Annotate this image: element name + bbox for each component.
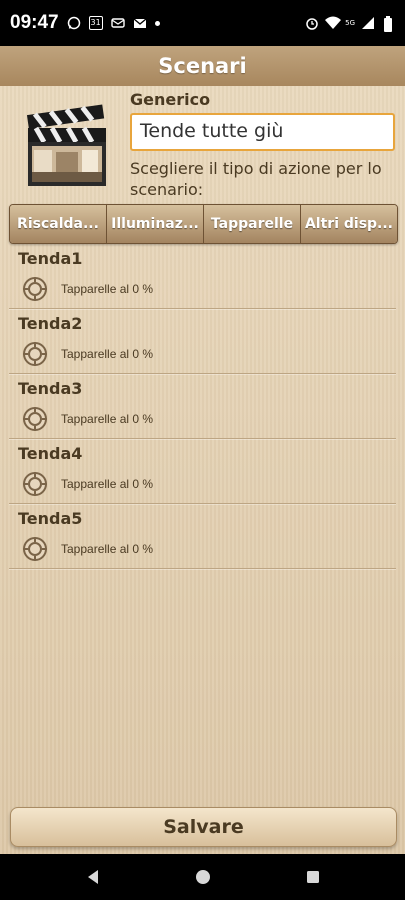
whatsapp-icon [67, 16, 81, 30]
list-item[interactable]: Tenda1 Tapparelle al 0 % [9, 244, 396, 309]
device-name: Tenda5 [18, 509, 83, 528]
message-icon [110, 16, 125, 30]
device-name: Tenda3 [18, 379, 83, 398]
shutter-control-icon[interactable] [22, 406, 48, 432]
device-status: Tapparelle al 0 % [61, 347, 154, 361]
system-icons: 5G [305, 16, 395, 32]
device-list: Tenda1 Tapparelle al 0 % Tenda2 Tapparel… [9, 244, 396, 569]
back-icon[interactable] [83, 867, 103, 887]
notification-icons: 31 [67, 16, 160, 30]
list-item[interactable]: Tenda2 Tapparelle al 0 % [9, 309, 396, 374]
navigation-bar [0, 854, 405, 900]
device-name: Tenda2 [18, 314, 83, 333]
recents-icon[interactable] [303, 867, 323, 887]
status-bar: 09:47 31 5G [0, 0, 405, 46]
device-status: Tapparelle al 0 % [61, 412, 154, 426]
page-title: Scenari [158, 54, 247, 78]
action-type-tabs: Riscalda... Illuminaz... Tapparelle Altr… [9, 204, 398, 244]
list-item[interactable]: Tenda5 Tapparelle al 0 % [9, 504, 396, 569]
tab-tapparelle[interactable]: Tapparelle [204, 205, 301, 243]
tab-altri-dispositivi[interactable]: Altri disp... [301, 205, 397, 243]
shutter-control-icon[interactable] [22, 276, 48, 302]
shutter-control-icon[interactable] [22, 536, 48, 562]
tab-riscaldamento[interactable]: Riscalda... [10, 205, 107, 243]
shutter-control-icon[interactable] [22, 341, 48, 367]
scenario-name-value: Tende tutte giù [140, 120, 284, 142]
mail-icon [133, 16, 147, 30]
instruction-text: Scegliere il tipo di azione per lo scena… [130, 159, 382, 199]
list-item[interactable]: Tenda3 Tapparelle al 0 % [9, 374, 396, 439]
shutter-control-icon[interactable] [22, 471, 48, 497]
alarm-icon [305, 16, 319, 30]
wifi-icon [325, 16, 342, 30]
save-button[interactable]: Salvare [10, 807, 397, 847]
device-status: Tapparelle al 0 % [61, 477, 154, 491]
tab-illuminazione[interactable]: Illuminaz... [107, 205, 204, 243]
header-bar: Scenari [0, 46, 405, 87]
scenario-name-input[interactable]: Tende tutte giù [130, 113, 395, 151]
battery-icon [381, 16, 395, 32]
calendar-icon: 31 [88, 16, 103, 30]
network-type-label: 5G [345, 19, 355, 27]
device-name: Tenda4 [18, 444, 83, 463]
main-content: Generico Tende tutte giù Scegliere il ti… [0, 86, 405, 854]
device-status: Tapparelle al 0 % [61, 542, 154, 556]
device-name: Tenda1 [18, 249, 83, 268]
scenario-category-label: Generico [130, 90, 211, 109]
more-notifications-dot [154, 20, 160, 26]
list-item[interactable]: Tenda4 Tapparelle al 0 % [9, 439, 396, 504]
signal-icon [361, 16, 375, 30]
status-time: 09:47 [10, 12, 59, 33]
home-icon[interactable] [193, 867, 213, 887]
device-status: Tapparelle al 0 % [61, 282, 154, 296]
clapperboard-icon[interactable] [24, 100, 110, 190]
